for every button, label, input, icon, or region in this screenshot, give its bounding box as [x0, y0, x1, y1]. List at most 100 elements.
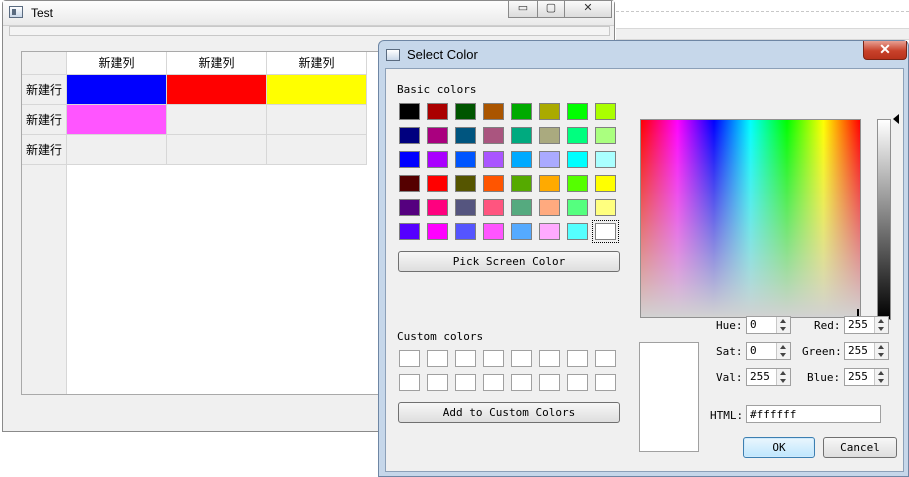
- blue-spinbox[interactable]: 255: [844, 368, 889, 386]
- custom-color-slot[interactable]: [427, 374, 448, 391]
- custom-color-slot[interactable]: [539, 350, 560, 367]
- luminance-arrow-icon[interactable]: [893, 114, 899, 124]
- basic-color-swatch[interactable]: [399, 127, 420, 144]
- row-header[interactable]: 新建行: [22, 135, 67, 165]
- main-titlebar[interactable]: Test ▭ ▢ ✕: [3, 1, 614, 26]
- basic-color-swatch[interactable]: [595, 127, 616, 144]
- spinbox-arrows-icon[interactable]: [776, 369, 790, 385]
- basic-color-swatch[interactable]: [567, 175, 588, 192]
- sat-spinbox[interactable]: 0: [746, 342, 791, 360]
- basic-color-swatch[interactable]: [483, 151, 504, 168]
- basic-color-swatch[interactable]: [427, 127, 448, 144]
- basic-color-swatch[interactable]: [455, 103, 476, 120]
- custom-color-slot[interactable]: [455, 350, 476, 367]
- hue-spinbox[interactable]: 0: [746, 316, 791, 334]
- ok-button[interactable]: OK: [743, 437, 815, 458]
- cancel-button[interactable]: Cancel: [823, 437, 897, 458]
- basic-color-swatch[interactable]: [399, 103, 420, 120]
- basic-color-swatch[interactable]: [399, 199, 420, 216]
- custom-color-slot[interactable]: [399, 374, 420, 391]
- basic-color-swatch[interactable]: [595, 151, 616, 168]
- close-button[interactable]: ✕: [564, 1, 612, 18]
- basic-color-swatch[interactable]: [399, 151, 420, 168]
- basic-color-swatch[interactable]: [511, 103, 532, 120]
- basic-color-swatch[interactable]: [567, 151, 588, 168]
- column-header[interactable]: 新建列: [67, 52, 167, 75]
- basic-color-swatch[interactable]: [427, 151, 448, 168]
- val-spinbox[interactable]: 255: [746, 368, 791, 386]
- custom-color-slot[interactable]: [567, 374, 588, 391]
- basic-color-swatch[interactable]: [592, 220, 619, 243]
- dialog-close-button[interactable]: ✕: [863, 41, 907, 60]
- basic-color-swatch[interactable]: [455, 175, 476, 192]
- basic-color-swatch[interactable]: [483, 103, 504, 120]
- table-cell[interactable]: [167, 135, 267, 165]
- table-cell[interactable]: [167, 75, 267, 105]
- basic-color-swatch[interactable]: [539, 151, 560, 168]
- basic-color-swatch[interactable]: [539, 223, 560, 240]
- custom-color-slot[interactable]: [455, 374, 476, 391]
- basic-color-swatch[interactable]: [595, 199, 616, 216]
- table-cell[interactable]: [67, 105, 167, 135]
- red-spinbox[interactable]: 255: [844, 316, 889, 334]
- basic-color-swatch[interactable]: [427, 199, 448, 216]
- custom-color-slot[interactable]: [595, 350, 616, 367]
- custom-color-slot[interactable]: [399, 350, 420, 367]
- green-spinbox[interactable]: 255: [844, 342, 889, 360]
- basic-color-swatch[interactable]: [567, 127, 588, 144]
- custom-color-slot[interactable]: [511, 374, 532, 391]
- table-cell[interactable]: [67, 135, 167, 165]
- row-header[interactable]: 新建行: [22, 105, 67, 135]
- basic-color-swatch[interactable]: [539, 199, 560, 216]
- basic-color-swatch[interactable]: [567, 103, 588, 120]
- table-cell[interactable]: [267, 105, 367, 135]
- basic-color-swatch[interactable]: [539, 175, 560, 192]
- spinbox-arrows-icon[interactable]: [874, 369, 888, 385]
- basic-color-swatch[interactable]: [399, 223, 420, 240]
- basic-color-swatch[interactable]: [511, 199, 532, 216]
- basic-color-swatch[interactable]: [567, 223, 588, 240]
- basic-color-swatch[interactable]: [455, 127, 476, 144]
- table-cell[interactable]: [67, 75, 167, 105]
- spinbox-arrows-icon[interactable]: [776, 317, 790, 333]
- custom-color-slot[interactable]: [511, 350, 532, 367]
- custom-color-slot[interactable]: [539, 374, 560, 391]
- basic-color-swatch[interactable]: [427, 103, 448, 120]
- basic-color-swatch[interactable]: [483, 175, 504, 192]
- custom-color-slot[interactable]: [427, 350, 448, 367]
- column-header[interactable]: 新建列: [267, 52, 367, 75]
- basic-color-swatch[interactable]: [567, 199, 588, 216]
- basic-color-swatch[interactable]: [455, 223, 476, 240]
- table-corner[interactable]: [22, 52, 67, 75]
- spinbox-arrows-icon[interactable]: [874, 317, 888, 333]
- basic-color-swatch[interactable]: [539, 103, 560, 120]
- html-input[interactable]: #ffffff: [746, 405, 881, 423]
- table-cell[interactable]: [167, 105, 267, 135]
- row-header[interactable]: 新建行: [22, 75, 67, 105]
- luminance-slider[interactable]: [877, 119, 891, 320]
- basic-color-swatch[interactable]: [511, 223, 532, 240]
- table-cell[interactable]: [267, 75, 367, 105]
- basic-color-swatch[interactable]: [455, 199, 476, 216]
- spinbox-arrows-icon[interactable]: [874, 343, 888, 359]
- basic-color-swatch[interactable]: [539, 127, 560, 144]
- basic-color-swatch[interactable]: [427, 175, 448, 192]
- custom-color-slot[interactable]: [483, 350, 504, 367]
- basic-color-swatch[interactable]: [511, 151, 532, 168]
- basic-color-swatch[interactable]: [399, 175, 420, 192]
- basic-color-swatch[interactable]: [511, 127, 532, 144]
- custom-color-slot[interactable]: [567, 350, 588, 367]
- column-header[interactable]: 新建列: [167, 52, 267, 75]
- spinbox-arrows-icon[interactable]: [776, 343, 790, 359]
- basic-color-swatch[interactable]: [511, 175, 532, 192]
- custom-color-slot[interactable]: [595, 374, 616, 391]
- basic-color-swatch[interactable]: [595, 175, 616, 192]
- table-cell[interactable]: [267, 135, 367, 165]
- basic-color-swatch[interactable]: [483, 199, 504, 216]
- basic-color-swatch[interactable]: [483, 223, 504, 240]
- basic-color-swatch[interactable]: [455, 151, 476, 168]
- color-spectrum[interactable]: [640, 119, 861, 318]
- maximize-button[interactable]: ▢: [537, 1, 565, 18]
- pick-screen-color-button[interactable]: Pick Screen Color: [398, 251, 620, 272]
- add-to-custom-colors-button[interactable]: Add to Custom Colors: [398, 402, 620, 423]
